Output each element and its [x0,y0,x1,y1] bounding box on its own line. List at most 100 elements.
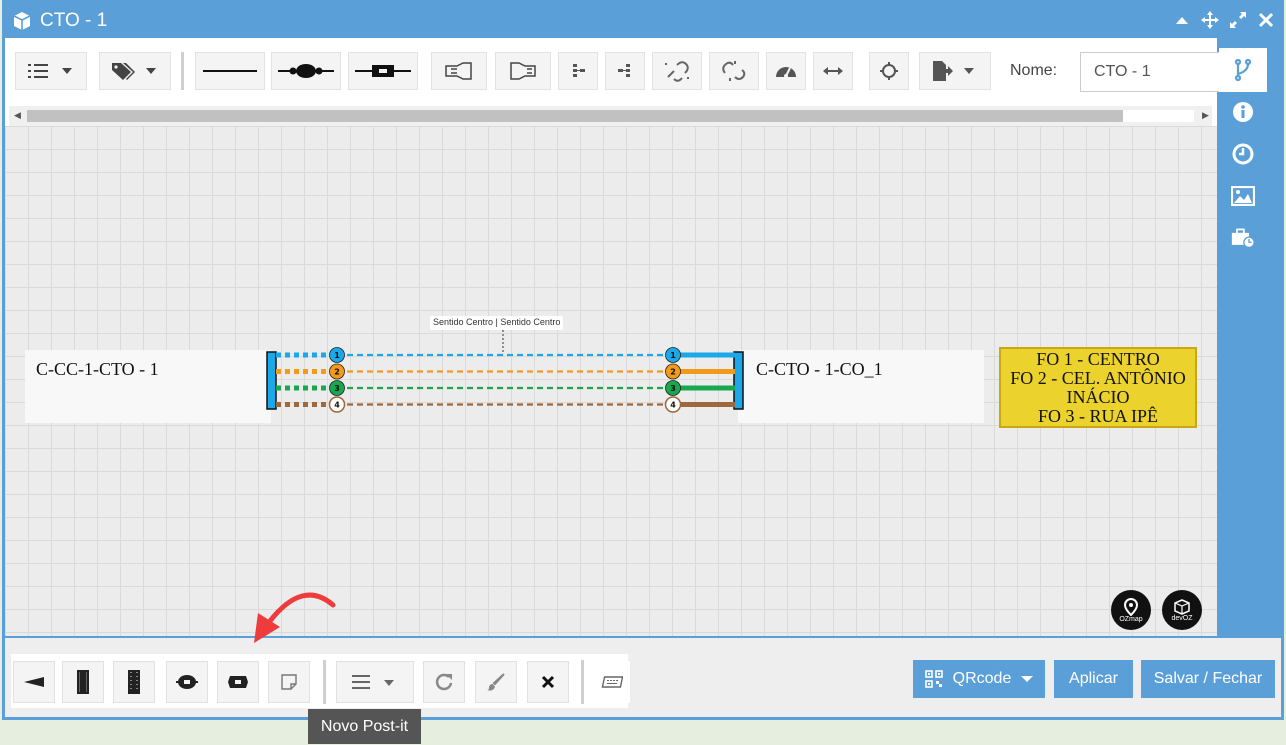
fiber-number: 3 [670,384,676,393]
fiber-number: 1 [334,351,340,360]
fiber-number: 2 [334,368,340,377]
cable-tool-button[interactable] [195,52,265,90]
splice-box-button[interactable] [166,661,208,703]
fiber-number: 4 [334,401,340,410]
scroll-left-arrow-icon[interactable]: ◀ [14,110,21,121]
center-button[interactable] [869,52,909,90]
info-icon[interactable] [1231,100,1255,124]
crosshairs-icon [880,62,898,80]
maximize-icon[interactable] [1228,10,1248,30]
tags-dropdown-button[interactable] [99,52,171,90]
horizontal-resize-button[interactable] [813,52,853,90]
window-controls [1172,10,1276,30]
toolbar-separator [323,660,326,704]
right-sidebar [1217,38,1269,636]
salvar-fechar-button[interactable]: Salvar / Fechar [1141,660,1275,698]
paint-brush-icon [487,673,505,691]
cto-window: CTO - 1 Nome: CTO - 1 ◀ ▶ C-CC-1-CTO - 1… [2,0,1284,720]
nome-label: Nome: [1010,62,1058,79]
splitter-in-button[interactable] [431,52,487,90]
close-icon[interactable] [1256,10,1276,30]
keyboard-button[interactable] [594,661,630,703]
gauge-button[interactable] [766,52,806,90]
clock-icon[interactable] [1231,142,1255,166]
bottom-bar: QRcode Aplicar Salvar / Fechar [5,638,1281,717]
link-icon [665,61,689,82]
right-cable-end[interactable] [733,351,744,410]
align-icon [352,675,394,689]
splice-box-icon [176,675,198,689]
ozmap-logo: OZmap [1111,590,1151,630]
window-title: CTO - 1 [40,10,108,31]
connector-icon [355,65,411,77]
fiber-number: 4 [670,401,676,410]
delete-button[interactable] [527,661,569,703]
split-right-button[interactable] [605,52,645,90]
link-button[interactable] [652,52,702,90]
dio-tool-button[interactable] [62,661,104,703]
devoz-logo: devOZ [1162,590,1202,630]
splice-tool-button[interactable] [271,52,341,90]
x-icon [541,675,555,689]
branch-icon[interactable] [1231,58,1255,82]
title-bar[interactable]: CTO - 1 [2,0,1284,40]
connector-box-button[interactable] [217,661,259,703]
file-export-icon [933,61,974,81]
patch-panel-button[interactable] [113,661,155,703]
list-dropdown-button[interactable] [15,52,87,90]
splitter-out-icon [510,62,536,80]
redo-icon [435,673,453,691]
scrollbar-thumb[interactable] [27,110,1123,122]
line-icon [203,70,257,72]
new-postit-button[interactable] [268,661,310,703]
patch-panel-icon [128,670,140,694]
annotation-arrow-icon [254,592,336,643]
keyboard-icon [601,676,623,688]
scroll-right-arrow-icon[interactable]: ▶ [1202,110,1209,121]
postit-line: FO 3 - RUA IPÊ [1037,406,1158,426]
move-icon[interactable] [1200,10,1220,30]
collapse-icon[interactable] [1172,10,1192,30]
image-icon[interactable] [1231,184,1255,208]
top-toolbar: Nome: [5,38,1220,106]
connector-box-icon [228,676,248,688]
cube-icon [12,11,32,31]
main-content: Nome: ◀ ▶ C-CC-1-CTO - 1 C-CTO - 1-CO_1 … [5,38,1220,636]
connector-tool-button[interactable] [348,52,418,90]
horizontal-scrollbar[interactable]: ◀ ▶ [9,106,1212,126]
left-cable-end[interactable] [266,351,277,410]
fiber-number: 3 [334,384,340,393]
unlink-button[interactable] [709,52,759,90]
splitter-out-button[interactable] [495,52,551,90]
dio-icon [77,670,89,694]
export-dropdown-button[interactable] [919,52,991,90]
split-left-button[interactable] [558,52,598,90]
align-dropdown-button[interactable] [336,661,414,703]
paint-button[interactable] [475,661,517,703]
toolbar-separator [581,660,584,704]
tooltip: Novo Post-it [308,709,421,744]
arrows-horizontal-icon [823,67,843,75]
refresh-button[interactable] [423,661,465,703]
postit-line: INÁCIO [1066,387,1130,407]
triangle-left-icon [24,677,44,687]
ozmap-logo-text: OZmap [1119,615,1143,623]
qrcode-icon [924,670,943,688]
ruler-tool-button[interactable] [13,661,55,703]
qrcode-label: QRcode [952,670,1012,687]
aplicar-button[interactable]: Aplicar [1054,660,1133,698]
tags-icon [112,63,156,80]
diagram-canvas[interactable]: C-CC-1-CTO - 1 C-CTO - 1-CO_1 Sentido Ce… [5,126,1217,636]
postit-note[interactable]: FO 1 - CENTRO FO 2 - CEL. ANTÔNIO INÁCIO… [999,347,1197,428]
briefcase-clock-icon[interactable] [1231,226,1255,250]
map-pin-icon [1123,597,1139,616]
nome-input[interactable] [1080,52,1220,92]
list-icon [28,64,72,78]
fiber-number: 2 [670,368,676,377]
toolbar-separator [181,52,184,90]
devoz-logo-text: devOZ [1171,614,1193,622]
postit-line: FO 1 - CENTRO [1036,349,1160,369]
qrcode-button[interactable]: QRcode [913,660,1045,698]
split-right-icon [618,64,630,77]
bottom-toolbar [11,654,630,708]
